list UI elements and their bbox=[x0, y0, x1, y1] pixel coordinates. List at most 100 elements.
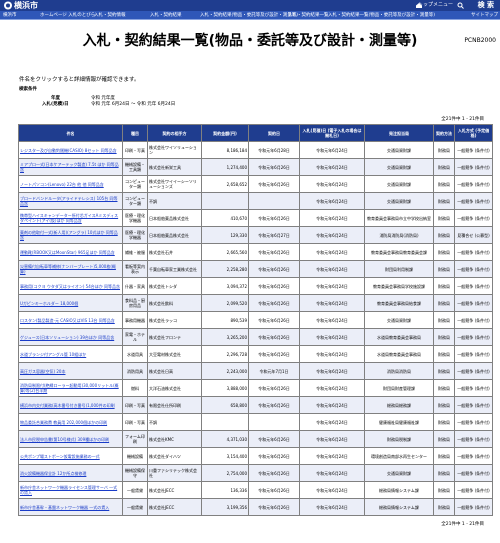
item-name-link[interactable]: 災害備付自転車等補修(ナンバープレート)5,000枚(概算) bbox=[19, 261, 122, 277]
table-cell: 総務局情報システム課 bbox=[365, 499, 433, 515]
table-cell: 一般競争 (条件付) bbox=[455, 346, 492, 362]
item-name-link[interactable]: ブロードバンドルータ(アライドテレシス) 105台 同等品含 bbox=[19, 193, 122, 209]
table-row: 運動靴(RBOOK又はMoonStar) 965足ほか 同等品含 繊維・被服 株式会… bbox=[19, 244, 492, 260]
table-cell: 財務局 bbox=[434, 329, 454, 345]
item-name-link[interactable]: ロスタン(製品製造-元 CASIO又はVIS 13台 同等品含 bbox=[19, 312, 122, 328]
column-header: 契約の相手方 bbox=[148, 125, 201, 141]
column-header: 契約金額(円) bbox=[202, 125, 248, 141]
item-name-link[interactable]: 携帯型ハイスキャンデーター所付芯ガイスAミスディスタペイント(アイ(仮)ほか 同… bbox=[19, 210, 122, 226]
table-cell: 令和元年6月24日 bbox=[300, 244, 364, 260]
results-table: 件名 種目 契約の相手方 契約金額(円) 契約日 入札(見積)日 (電子入札の場合は開札日… bbox=[18, 124, 493, 516]
item-name-link[interactable]: 水道ブランジ付アングル管 10組ほか bbox=[19, 346, 122, 362]
top-menu-link[interactable]: トップメニュー bbox=[418, 0, 453, 11]
table-cell: 株式会社石井 bbox=[148, 244, 201, 260]
table-cell: 一般競争 (条件付) bbox=[455, 244, 492, 260]
table-cell: 一般競争 (条件付) bbox=[455, 159, 492, 175]
table-cell: 財務局 bbox=[434, 397, 454, 413]
table-cell: 大洋石油株式会社 bbox=[148, 380, 201, 396]
item-name-link[interactable]: ノートパソコン(Lenovo) 22台 他 他 同等品含 bbox=[19, 176, 122, 192]
breadcrumb-item[interactable]: 入札・契約結果 bbox=[150, 11, 182, 20]
item-name-link[interactable]: 消火設備機器保全計 12か所点検修理 bbox=[19, 465, 122, 481]
table-header-row: 件名 種目 契約の相手方 契約金額(円) 契約日 入札(見積)日 (電子入札の場合は開札日… bbox=[19, 125, 492, 141]
table-cell: 財務局 bbox=[434, 261, 454, 277]
table-cell: 財務局 bbox=[434, 278, 454, 294]
breadcrumb-item[interactable]: 入札・契約結果(物品・委託等及び設計・測量等) bbox=[200, 11, 298, 20]
table-row: 事務用(コクヨ ウタダ又はライオン) 54台ほか 同等品含 什器・家具 株式会社トシ… bbox=[19, 278, 492, 294]
table-cell: 3,154,400 bbox=[202, 448, 248, 464]
page-title: 入札・契約結果一覧(物品・委託等及び設計・測量等) bbox=[82, 33, 418, 49]
table-cell: 一般賃貸 bbox=[123, 499, 147, 515]
table-cell: 一般競争 (条件付) bbox=[455, 363, 492, 379]
table-cell: 財務局 bbox=[434, 176, 454, 192]
item-name-link[interactable]: 法人市民税申告書(第10号様式) 309種ほかの印刷 bbox=[19, 431, 122, 447]
table-cell: 410,670 bbox=[202, 210, 248, 226]
table-cell: フォーム印刷 bbox=[123, 431, 147, 447]
table-cell: 2,296,728 bbox=[202, 346, 248, 362]
result-count-top: 全21件中 1 - 21件目 bbox=[441, 117, 484, 122]
screen-code: PCNB2000 bbox=[464, 37, 496, 44]
table-cell: 3,265,200 bbox=[202, 329, 248, 345]
table-cell: 令和元年6月24日 bbox=[300, 363, 364, 379]
header-bar: 横浜市 トップメニュー 検 索 bbox=[0, 0, 500, 11]
search-label[interactable]: 検 索 bbox=[478, 0, 494, 11]
table-cell: 交通局資財課 bbox=[365, 465, 433, 481]
item-name-link[interactable]: レジスター及び自動釣銭機(CASIO) 8セット 同等品含 bbox=[19, 142, 122, 158]
table-row: 物品委託合業務費 教員用 202,000個ほかの印刷 印刷・写真 不調 令和元年6月2… bbox=[19, 414, 492, 430]
table-cell: 令和元年6月24日 bbox=[300, 312, 364, 328]
breadcrumb-item: 入札・契約結果一覧(物品・委託等及び設計・測量等) bbox=[328, 13, 436, 18]
breadcrumb-item[interactable]: 入札・契約情報 bbox=[94, 11, 126, 20]
item-name-link[interactable]: 薬剤の他取付一式(新人用)(アングラ) 10式ほか 同等品含 bbox=[19, 227, 122, 243]
table-cell: 一般競争 (条件付) bbox=[455, 295, 492, 311]
table-cell: 水道用具 bbox=[123, 346, 147, 362]
item-name-link[interactable]: 横浜市内交付業務(高木番号付き番号)1,000件の印刷 bbox=[19, 397, 122, 413]
item-name-link[interactable]: ミアプロ一式(日本ケアーテック製造) 7.5t ほか 同等品含 bbox=[19, 159, 122, 175]
breadcrumb-item[interactable]: 入札・契約結果一覧 bbox=[288, 11, 329, 20]
table-cell: 株式会社ワイソリューション bbox=[148, 142, 201, 158]
table-cell: 医療・理化学機器 bbox=[123, 227, 147, 243]
table-cell: 令和元年6月27日 bbox=[249, 227, 299, 243]
item-name-link[interactable]: 運動靴(RBOOK又はMoonStar) 965足ほか 同等品含 bbox=[19, 244, 122, 260]
item-name-link[interactable]: ゲジュース(日本ソリューション) 39台ほか 同等品含 bbox=[19, 329, 122, 345]
table-cell: 一般競争 (条件付) bbox=[455, 142, 492, 158]
table-cell: 教育委員会事務局給食課 bbox=[365, 295, 433, 311]
table-cell: 水道局教育委員会事務局 bbox=[365, 346, 433, 362]
table-cell: 令和元年6月24日 bbox=[300, 397, 364, 413]
table-cell: 令和元年6月24日 bbox=[300, 159, 364, 175]
table-cell: 令和元年6月26日 bbox=[249, 159, 299, 175]
item-name-link[interactable]: 新市庁舎基幹・基盤ネットワーク機器 一式の賃入 bbox=[19, 499, 122, 515]
item-name-link[interactable]: 新市庁舎ネットワーク機器ライセンス管理サーバ 一式の賃入 bbox=[19, 482, 122, 498]
table-cell: 機械設備保守 bbox=[123, 465, 147, 481]
table-cell: 1,274,400 bbox=[202, 159, 248, 175]
table-row: ゲジュース(日本ソリューション) 39台ほか 同等品含 家電・ホテル 株式会社フロン… bbox=[19, 329, 492, 345]
table-cell: 財務局 bbox=[434, 363, 454, 379]
table-cell: 令和元年6月24日 bbox=[300, 499, 364, 515]
table-cell: 令和元年6月24日 bbox=[300, 176, 364, 192]
table-row: ミアプロ一式(日本ケアーテック製造) 7.5t ほか 同等品含 機械設備・工具類株… bbox=[19, 159, 492, 175]
item-name-link[interactable]: 事務用(コクヨ ウタダ又はライオン) 54台ほか 同等品含 bbox=[19, 278, 122, 294]
breadcrumb-item[interactable]: 横浜市 bbox=[3, 11, 17, 20]
table-cell: 令和元年6月24日 bbox=[300, 482, 364, 498]
table-cell: 一般競争 (条件付) bbox=[455, 261, 492, 277]
item-name-link[interactable]: 消防局制限付(絶縁ローラー起動用)30,000リットル(概算)等(2)台半期 bbox=[19, 380, 122, 396]
item-name-link[interactable]: 公共ポンプ場ストポーン仮電設施業務の一式 bbox=[19, 448, 122, 464]
item-name-link[interactable]: 物品委託合業務費 教員用 202,000個ほかの印刷 bbox=[19, 414, 122, 430]
table-cell: 一般競争 (条件付) bbox=[455, 414, 492, 430]
item-name-link[interactable]: 高圧ガス容器(空気) 20本 bbox=[19, 363, 122, 379]
table-cell: 教育委員会事務局市立中学校出納室 bbox=[365, 210, 433, 226]
table-cell: 令和元年6月26日 bbox=[249, 295, 299, 311]
city-name[interactable]: 横浜市 bbox=[14, 0, 38, 11]
sitemap-link[interactable]: サイトマップ bbox=[471, 11, 498, 20]
table-row: 消火設備機器保全計 12か所点検修理 機械設備保守 川重ファシリテック株式会社 2,7… bbox=[19, 465, 492, 481]
table-cell: 136,336 bbox=[202, 482, 248, 498]
table-row: ノートパソコン(Lenovo) 22台 他 他 同等品含 コンピューター類 株式会社… bbox=[19, 176, 492, 192]
item-name-link[interactable]: Uガピンキーホルダー 18,000個 bbox=[19, 295, 122, 311]
table-cell: 財務局 bbox=[434, 244, 454, 260]
table-cell: 令和元年6月26日 bbox=[249, 329, 299, 345]
search-icon[interactable] bbox=[457, 2, 464, 9]
breadcrumb-item[interactable]: ホームページ 入札のとびら bbox=[40, 11, 95, 20]
table-cell: 令和元年6月26日 bbox=[249, 397, 299, 413]
table-cell: 令和元年6月26日 bbox=[249, 312, 299, 328]
table-cell: 株式会社日高 bbox=[148, 363, 201, 379]
table-cell: 令和元年6月26日 bbox=[249, 176, 299, 192]
table-cell: 株式会社ワイイーシーソリューションズ bbox=[148, 176, 201, 192]
